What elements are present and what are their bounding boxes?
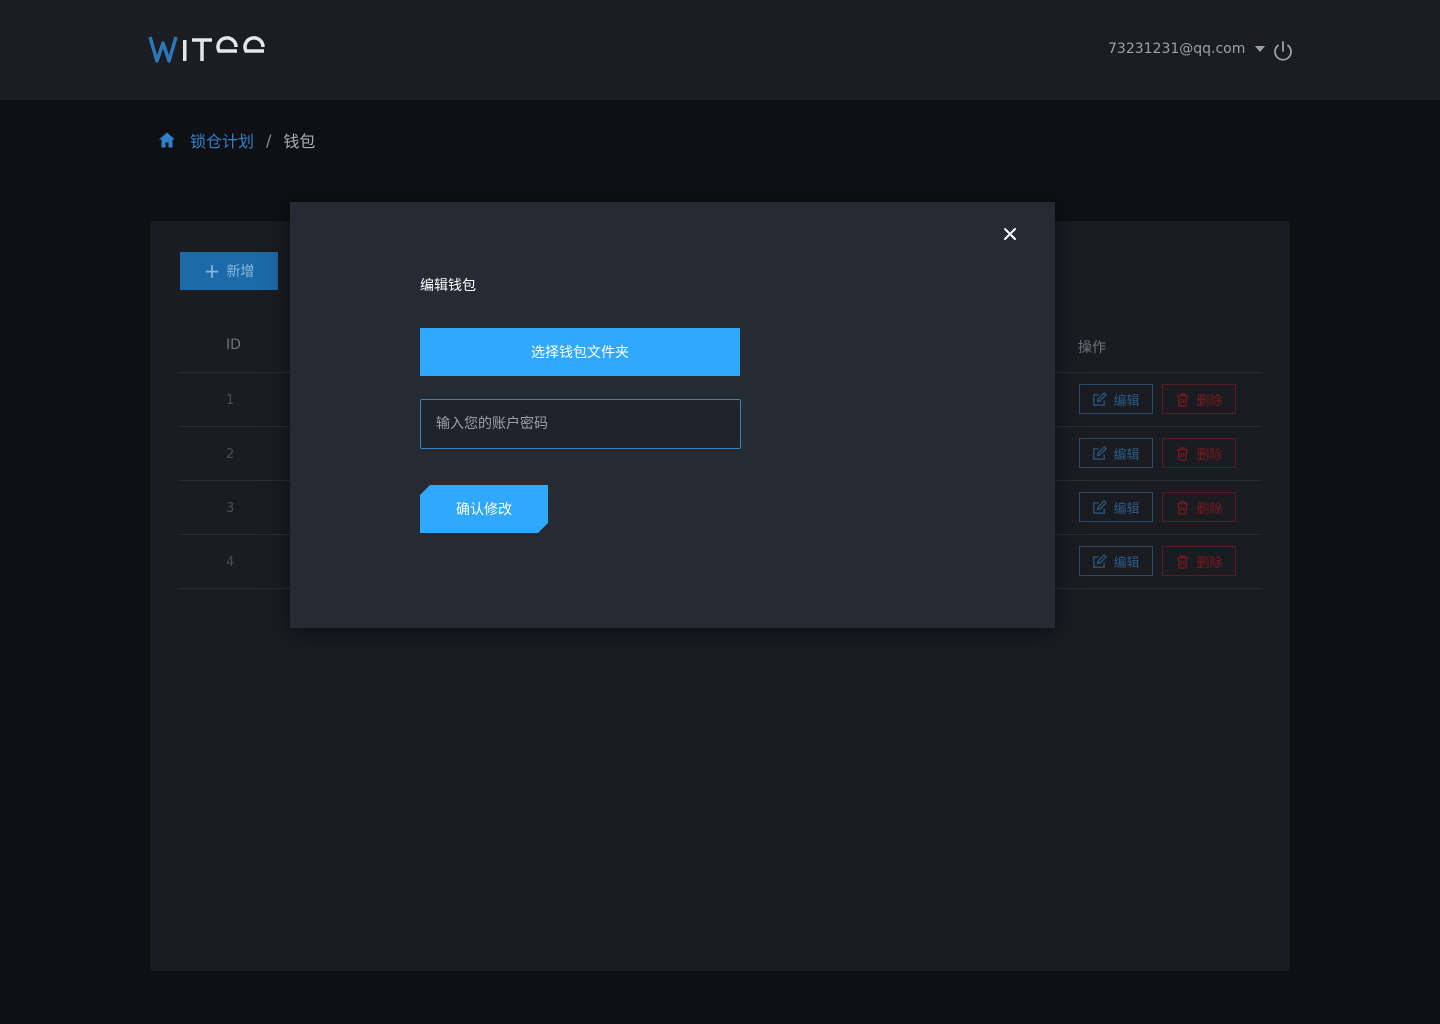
edit-label: 编辑 [1113, 393, 1140, 409]
delete-button[interactable]: 删除 [1162, 492, 1236, 522]
column-header-actions: 操作 [1078, 340, 1106, 356]
edit-wallet-dialog: 编辑钱包 选择钱包文件夹 确认修改 [290, 202, 1055, 628]
dialog-title: 编辑钱包 [420, 278, 476, 294]
home-icon[interactable] [158, 131, 176, 149]
power-icon[interactable] [1271, 39, 1295, 63]
edit-icon [1093, 391, 1108, 406]
top-header: 73231231@qq.com [0, 0, 1440, 100]
plus-icon: + [203, 259, 221, 283]
edit-label: 编辑 [1113, 555, 1140, 571]
row-id: 4 [226, 555, 235, 570]
delete-button[interactable]: 删除 [1162, 438, 1236, 468]
edit-button[interactable]: 编辑 [1079, 546, 1153, 576]
breadcrumb-current: 钱包 [283, 132, 316, 151]
edit-icon [1093, 553, 1108, 568]
delete-button[interactable]: 删除 [1162, 546, 1236, 576]
row-id: 3 [226, 501, 235, 516]
trash-icon [1177, 554, 1189, 569]
breadcrumb: 锁仓计划 / 钱包 [158, 128, 315, 152]
confirm-button[interactable]: 确认修改 [420, 485, 548, 533]
delete-label: 删除 [1196, 393, 1223, 409]
witee-logo [148, 36, 265, 63]
row-id: 2 [226, 447, 235, 462]
edit-button[interactable]: 编辑 [1079, 384, 1153, 414]
delete-label: 删除 [1196, 555, 1223, 571]
row-id: 1 [226, 393, 235, 408]
breadcrumb-link[interactable]: 锁仓计划 [190, 128, 254, 152]
edit-button[interactable]: 编辑 [1079, 492, 1153, 522]
user-menu[interactable]: 73231231@qq.com [1108, 41, 1266, 57]
add-button-label: 新增 [226, 264, 255, 280]
column-header-id: ID [226, 337, 241, 353]
trash-icon [1177, 500, 1189, 515]
close-icon[interactable] [1000, 224, 1020, 244]
edit-icon [1093, 499, 1108, 514]
trash-icon [1177, 392, 1189, 407]
select-wallet-folder-button[interactable]: 选择钱包文件夹 [420, 328, 740, 376]
edit-icon [1093, 445, 1108, 460]
delete-label: 删除 [1196, 447, 1223, 463]
add-button[interactable]: + 新增 [180, 252, 278, 290]
breadcrumb-separator: / [266, 130, 272, 150]
edit-label: 编辑 [1113, 501, 1140, 517]
chevron-down-icon [1255, 46, 1266, 52]
edit-label: 编辑 [1113, 447, 1140, 463]
user-email: 73231231@qq.com [1108, 41, 1246, 57]
delete-button[interactable]: 删除 [1162, 384, 1236, 414]
trash-icon [1177, 446, 1189, 461]
delete-label: 删除 [1196, 501, 1223, 517]
edit-button[interactable]: 编辑 [1079, 438, 1153, 468]
password-input[interactable] [420, 399, 741, 449]
